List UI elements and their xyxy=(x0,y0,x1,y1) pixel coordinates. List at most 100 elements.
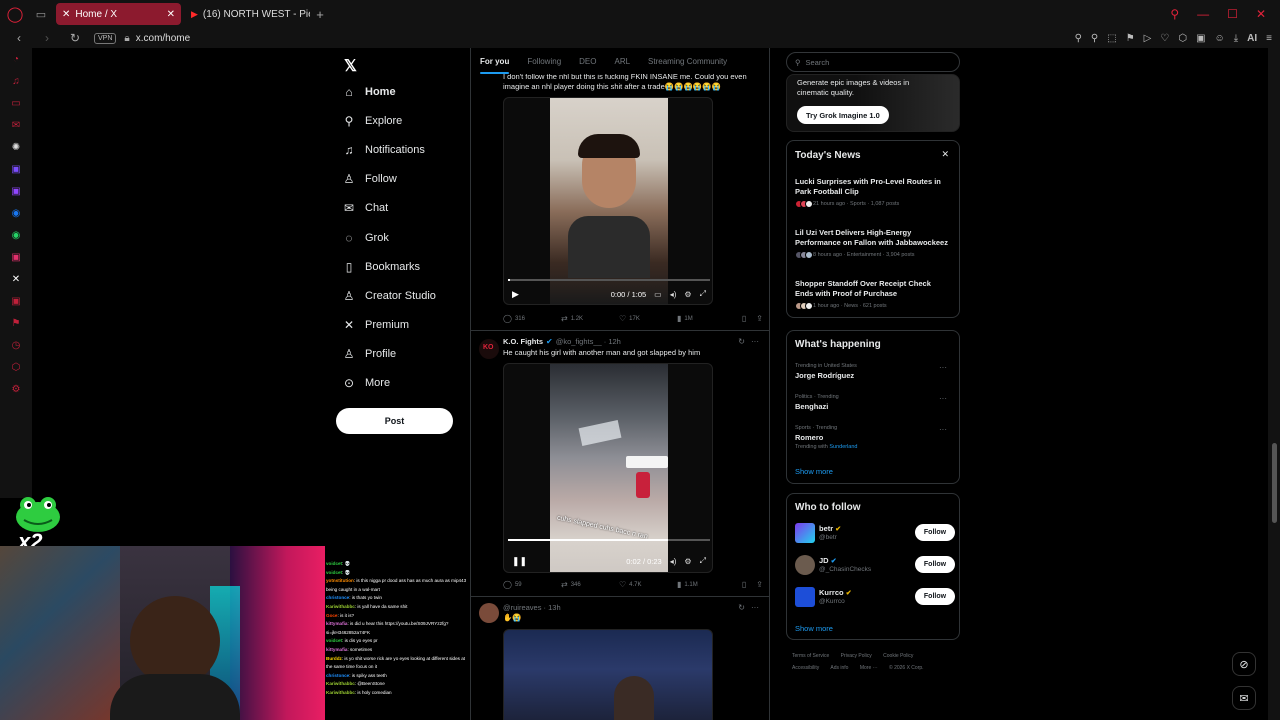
sidebar-chatgpt-icon[interactable]: ✺ xyxy=(12,142,20,153)
search-input[interactable]: ⚲ Search xyxy=(786,52,960,72)
grok-explain-icon[interactable]: ↻ xyxy=(738,603,745,612)
avatar[interactable] xyxy=(479,603,499,623)
nav-home[interactable]: ⌂ Home xyxy=(342,82,395,102)
show-more-link[interactable]: Show more xyxy=(795,467,833,476)
tab-following[interactable]: Following xyxy=(518,57,570,66)
sidebar-twitch-icon[interactable]: ▣ xyxy=(11,186,20,197)
more-options-icon[interactable]: ··· xyxy=(751,603,759,612)
reply-button[interactable]: ◯ 59 xyxy=(503,580,561,589)
snapshot-icon[interactable]: ⬚ xyxy=(1107,33,1116,44)
profile-icon[interactable]: ☺ xyxy=(1215,33,1225,44)
tab-home-x[interactable]: ✕ Home / X ✕ xyxy=(56,3,181,25)
nav-profile[interactable]: ♙ Profile xyxy=(342,344,397,364)
news-item[interactable]: Lil Uzi Vert Delivers High-Energy Perfor… xyxy=(795,228,951,259)
scrollbar-thumb[interactable] xyxy=(1272,443,1277,523)
extensions-icon[interactable]: ⬡ xyxy=(1178,33,1187,44)
post-button[interactable]: Post xyxy=(336,408,453,434)
tab-arl[interactable]: ARL xyxy=(605,57,639,66)
views-button[interactable]: ▮ 1M xyxy=(677,314,735,323)
sidebar-instagram-icon[interactable]: ▣ xyxy=(11,252,20,263)
close-icon[interactable]: ✕ xyxy=(941,149,949,160)
like-button[interactable]: ♡ 4.7K xyxy=(619,580,677,589)
reload-icon[interactable]: ↻ xyxy=(66,31,84,45)
reply-button[interactable]: ◯ 316 xyxy=(503,314,561,323)
trend-item[interactable]: Politics · Trending Benghazi ··· xyxy=(795,394,951,411)
sidebar-settings-icon[interactable]: ⚙ xyxy=(12,384,21,395)
maximize-icon[interactable]: ☐ xyxy=(1227,7,1238,21)
repost-button[interactable]: ⇄ 1.2K xyxy=(561,314,619,323)
more-options-icon[interactable]: ··· xyxy=(939,394,947,403)
back-icon[interactable]: ‹ xyxy=(10,31,28,45)
follow-button[interactable]: Follow xyxy=(915,556,955,573)
search-tabs-icon[interactable]: ⚲ xyxy=(1170,7,1179,21)
tab-streaming-community[interactable]: Streaming Community xyxy=(639,57,736,66)
play-icon[interactable]: ▶ xyxy=(512,289,519,300)
footer-link[interactable]: Terms of Service xyxy=(792,653,829,659)
settings-icon[interactable]: ⚙ xyxy=(684,557,691,566)
bookmark-page-icon[interactable]: ⚑ xyxy=(1126,33,1135,44)
more-options-icon[interactable]: ··· xyxy=(751,337,759,346)
captions-icon[interactable]: ▭ xyxy=(654,290,662,299)
sidebar-whatsapp-icon[interactable]: ◉ xyxy=(12,230,21,241)
nav-explore[interactable]: ⚲ Explore xyxy=(342,111,403,131)
tweet-image[interactable] xyxy=(503,629,713,720)
volume-icon[interactable]: ◂) xyxy=(670,557,677,566)
follow-suggestion[interactable]: Kurrco ✔ @Kurrco Follow xyxy=(795,585,955,609)
sidebar-music-icon[interactable]: ♫ xyxy=(12,76,20,87)
sidebar-tv-icon[interactable]: ▭ xyxy=(11,98,20,109)
follow-button[interactable]: Follow xyxy=(915,524,955,541)
share-icon[interactable]: ⇪ xyxy=(756,580,763,589)
footer-link[interactable]: Ads info xyxy=(830,665,848,671)
close-window-icon[interactable]: ✕ xyxy=(1256,7,1266,21)
news-item[interactable]: Shopper Standoff Over Receipt Check Ends… xyxy=(795,279,951,310)
try-grok-button[interactable]: Try Grok Imagine 1.0 xyxy=(797,106,889,124)
menu-icon[interactable]: ≡ xyxy=(1266,33,1272,44)
sidebar-history-icon[interactable]: ◷ xyxy=(12,340,21,351)
nav-creator-studio[interactable]: ♙ Creator Studio xyxy=(342,286,436,306)
nav-premium[interactable]: ✕ Premium xyxy=(342,315,409,335)
sidebar-mail-icon[interactable]: ✉ xyxy=(12,120,20,131)
minimize-icon[interactable]: — xyxy=(1197,7,1209,21)
wallet-icon[interactable]: ▣ xyxy=(1196,33,1205,44)
tab-menu-icon[interactable]: ▭ xyxy=(30,0,52,28)
author-handle[interactable]: @ko_fights__ · 12h xyxy=(556,337,621,346)
nav-bookmarks[interactable]: ▯ Bookmarks xyxy=(342,257,420,277)
nav-grok[interactable]: ◌ Grok xyxy=(342,228,388,248)
tweet-video[interactable]: ▶ 0:00 / 1:05 ▭ ◂) ⚙ ⤢ xyxy=(503,97,713,305)
heart-icon[interactable]: ♡ xyxy=(1160,33,1169,44)
tab-youtube[interactable]: ▶ (16) NORTH WEST - Pierci xyxy=(185,3,310,25)
share-icon[interactable]: ⇪ xyxy=(756,314,763,323)
sidebar-bookmarks-icon[interactable]: ⚑ xyxy=(12,318,21,329)
sidebar-messenger-icon[interactable]: ◉ xyxy=(12,208,21,219)
trend-context-link[interactable]: Sunderland xyxy=(829,444,857,450)
settings-icon[interactable]: ⚙ xyxy=(684,290,691,299)
video-progress[interactable] xyxy=(508,279,710,281)
tweet-video[interactable]: cuhs slapped cuhs bacc n ran ❚❚ 0:02 / 0… xyxy=(503,363,713,573)
author-name[interactable]: K.O. Fights xyxy=(503,337,543,346)
page-scrollbar[interactable] xyxy=(1268,48,1280,720)
trend-item[interactable]: Sports · Trending Romero Trending with S… xyxy=(795,425,951,450)
footer-link[interactable]: Accessibility xyxy=(792,665,819,671)
grok-fab-icon[interactable]: ⊘ xyxy=(1232,652,1256,676)
ai-button[interactable]: AI xyxy=(1247,33,1257,44)
download-icon[interactable]: ⤓ xyxy=(1234,33,1238,44)
sidebar-cube-icon[interactable]: ⬡ xyxy=(12,362,21,373)
x-logo-icon[interactable]: 𝕏 xyxy=(344,56,357,76)
follow-suggestion[interactable]: JD ✔ @_ChasinChecks Follow xyxy=(795,553,955,577)
news-item[interactable]: Lucki Surprises with Pro-Level Routes in… xyxy=(795,177,951,208)
author-handle[interactable]: @ruireaves · 13h xyxy=(503,603,561,612)
opera-logo-icon[interactable]: ◯ xyxy=(0,0,30,28)
pause-icon[interactable]: ❚❚ xyxy=(512,556,527,567)
sidebar-x-icon[interactable]: ✕ xyxy=(12,274,20,285)
lock-icon[interactable]: 🔒︎ xyxy=(124,33,129,44)
show-more-link[interactable]: Show more xyxy=(795,624,833,633)
bookmark-icon[interactable]: ▯ xyxy=(742,580,746,589)
tab-deo[interactable]: DEO xyxy=(570,57,605,66)
sidebar-cs-icon[interactable]: ▣ xyxy=(11,164,20,175)
fullscreen-icon[interactable]: ⤢ xyxy=(700,289,706,299)
footer-link[interactable]: Cookie Policy xyxy=(883,653,913,659)
sidebar-pinboard-icon[interactable]: ▣ xyxy=(11,296,20,307)
nav-chat[interactable]: ✉ Chat xyxy=(342,198,388,218)
more-options-icon[interactable]: ··· xyxy=(939,363,947,372)
like-button[interactable]: ♡ 17K xyxy=(619,314,677,323)
